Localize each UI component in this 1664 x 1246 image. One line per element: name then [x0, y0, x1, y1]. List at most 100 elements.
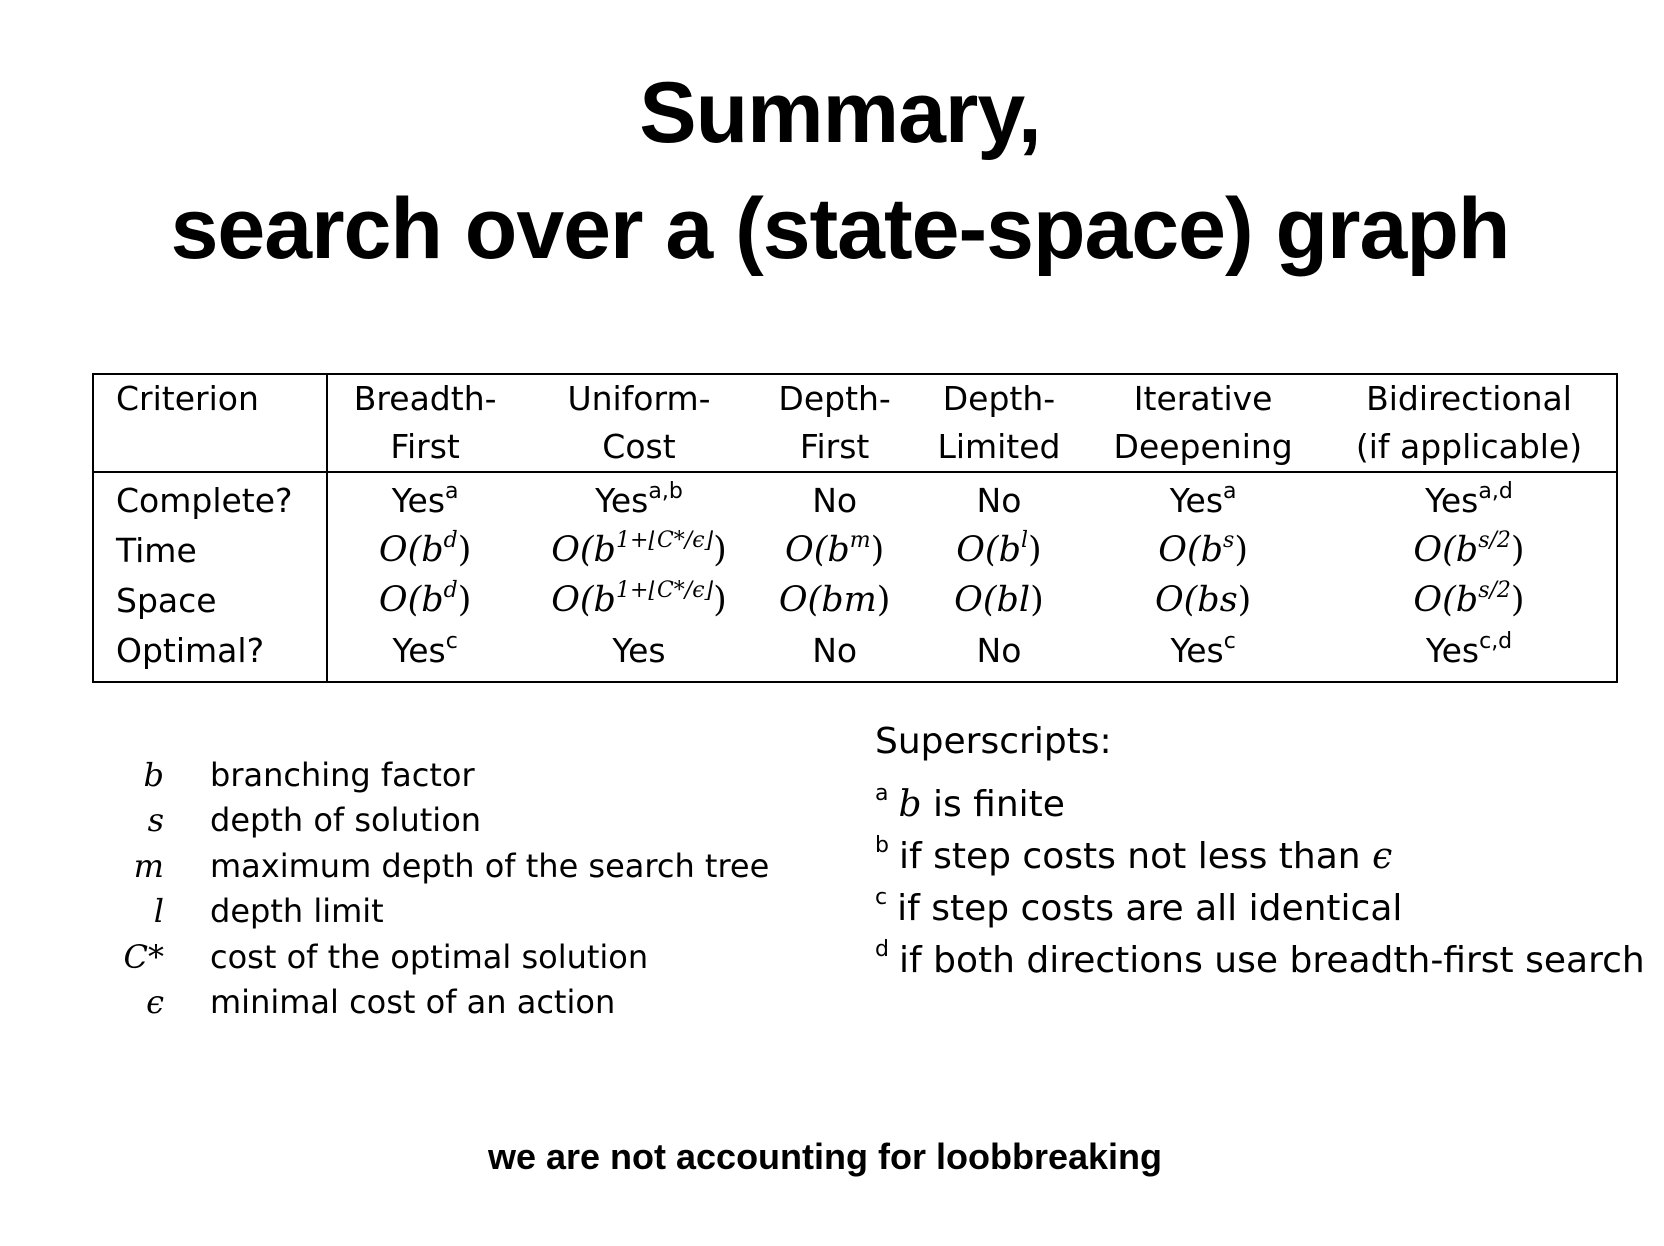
superscript-note: d if both directions use breadth-first se…	[875, 924, 1645, 981]
legend-item: s depth of solution	[96, 798, 769, 844]
formula-base: O(b	[785, 530, 850, 570]
note-variable: b	[898, 784, 922, 825]
note-text: if both directions use breadth-first sea…	[898, 940, 1645, 981]
formula-base: O(b	[551, 530, 616, 570]
table-cell: O(bm)	[756, 575, 914, 625]
complexity-formula: O(bd)	[378, 578, 472, 621]
search-summary-table: Criterion Breadth- First Uniform- Cost D…	[92, 373, 1618, 683]
legend-item: C* cost of the optimal solution	[96, 934, 769, 980]
superscripts-heading: Superscripts:	[875, 721, 1112, 762]
header-bidirectional: Bidirectional (if applicable)	[1322, 374, 1617, 472]
table-cell: O(bs/2)	[1322, 525, 1617, 575]
table-cell: No	[756, 472, 914, 525]
cell-value: No	[812, 630, 858, 670]
superscript-note: ab is finite	[875, 768, 1645, 825]
formula-close: )	[876, 580, 891, 620]
formula-close: )	[457, 530, 472, 570]
formula-exponent: s/2	[1478, 528, 1511, 553]
row-label: Space	[93, 575, 328, 625]
header-line: Limited	[937, 427, 1061, 466]
formula-exponent: d	[443, 578, 458, 603]
complexity-formula: O(bl)	[954, 580, 1044, 620]
superscripts-list: ab is finite b if step costs not less than…	[875, 768, 1645, 981]
variable-legend: b branching factor s depth of solution m maxi…	[96, 752, 770, 1026]
formula-close: )	[457, 580, 472, 620]
cell-value: Yes	[595, 480, 649, 520]
formula-close: )	[1237, 580, 1252, 620]
table-cell: O(bs/2)	[1322, 575, 1617, 625]
table-cell: O(bd)	[327, 525, 522, 575]
header-depth-first: Depth- First	[756, 374, 914, 472]
table-cell: Yesc	[327, 625, 522, 682]
header-line: (if applicable)	[1355, 427, 1583, 466]
table-row: Space O(bd) O(b1+⌊C*/ϵ⌋) O(bm) O(bl) O(bs) O(b…	[93, 575, 1617, 625]
superscript-mark: b	[875, 833, 889, 858]
table-cell: Yesa	[1084, 472, 1322, 525]
table-cell: O(bs)	[1084, 575, 1322, 625]
cell-value: Yes	[612, 630, 666, 670]
header-line: Bidirectional	[1366, 379, 1572, 418]
superscripts-notes: Superscripts: ab is finite b if step costs…	[875, 716, 1645, 981]
header-line: Uniform-	[567, 379, 711, 418]
table-cell: Yesc	[1084, 625, 1322, 682]
header-depth-limited: Depth- Limited	[914, 374, 1085, 472]
header-line: First	[799, 427, 870, 466]
legend-item: m maximum depth of the search tree	[96, 843, 770, 889]
table-cell: No	[914, 625, 1085, 682]
formula-close: )	[713, 530, 727, 570]
complexity-formula: O(bs)	[1155, 580, 1251, 620]
complexity-formula: O(b1+⌊C*/ϵ⌋)	[551, 528, 727, 571]
table-row: Complete? Yesa Yesa,b No No Yesa Yesa,d	[93, 472, 1617, 525]
cell-value: Yes	[392, 630, 446, 670]
legend-symbol: b	[143, 755, 164, 794]
formula-base: O(b	[378, 530, 444, 570]
legend-item: ϵ minimal cost of an action	[96, 980, 769, 1026]
header-line: Breadth-	[353, 379, 497, 418]
formula-close: )	[1510, 530, 1525, 570]
complexity-formula: O(bm)	[779, 580, 891, 620]
table-body: Complete? Yesa Yesa,b No No Yesa Yesa,d Time O(b…	[93, 472, 1617, 682]
cell-value: Yes	[391, 480, 446, 520]
legend-symbol: m	[133, 846, 164, 885]
table-cell: Yesa	[327, 472, 522, 525]
header-line: Depth-	[778, 379, 891, 418]
footnote: we are not accounting for loobbreaking	[487, 1136, 1163, 1177]
table-row: Time O(bd) O(b1+⌊C*/ϵ⌋) O(bm) O(bl) O(bs) O(bs…	[93, 525, 1617, 575]
table-cell: O(bs)	[1084, 525, 1322, 575]
row-label: Time	[93, 525, 328, 575]
legend-description: depth limit	[210, 892, 384, 931]
legend-symbol: s	[147, 801, 164, 840]
formula-close: )	[1234, 530, 1248, 570]
formula-exponent: 1+⌊C*/ϵ⌋	[615, 528, 714, 553]
header-iterative-deepening: Iterative Deepening	[1084, 374, 1322, 472]
note-text: if step costs not less than	[898, 836, 1373, 877]
formula-close: )	[1510, 580, 1525, 620]
formula-exponent: m	[849, 528, 871, 553]
legend-item: l depth limit	[96, 889, 769, 935]
cell-superscript: c	[1223, 628, 1236, 654]
table-cell: Yesa,b	[522, 472, 755, 525]
table-cell: No	[756, 625, 914, 682]
formula-base: O(b	[1413, 580, 1479, 620]
formula-base: O(b	[551, 580, 616, 620]
superscript-mark: c	[875, 885, 888, 910]
slide-title-line-1: Summary,	[639, 65, 1041, 161]
table-header-row: Criterion Breadth- First Uniform- Cost D…	[93, 374, 1617, 472]
header-line: Criterion	[116, 379, 259, 418]
header-line: First	[390, 427, 460, 466]
complexity-formula: O(bs)	[1158, 530, 1248, 571]
formula-base: O(b	[378, 580, 444, 620]
legend-description: minimal cost of an action	[210, 983, 616, 1022]
cell-value: No	[976, 480, 1022, 520]
formula-close: )	[1028, 530, 1042, 570]
table-cell: Yesc,d	[1322, 625, 1617, 682]
formula-base: O(b	[1158, 530, 1224, 570]
formula-close: )	[870, 530, 885, 570]
cell-value: No	[812, 480, 858, 520]
superscript-note: c if step costs are all identical	[875, 872, 1645, 929]
legend-symbol: l	[153, 892, 164, 931]
note-symbol: ϵ	[1372, 836, 1393, 877]
cell-value: Yes	[1425, 480, 1479, 520]
superscript-note: b if step costs not less than ϵ	[875, 820, 1645, 877]
complexity-formula: O(bm)	[785, 528, 885, 571]
